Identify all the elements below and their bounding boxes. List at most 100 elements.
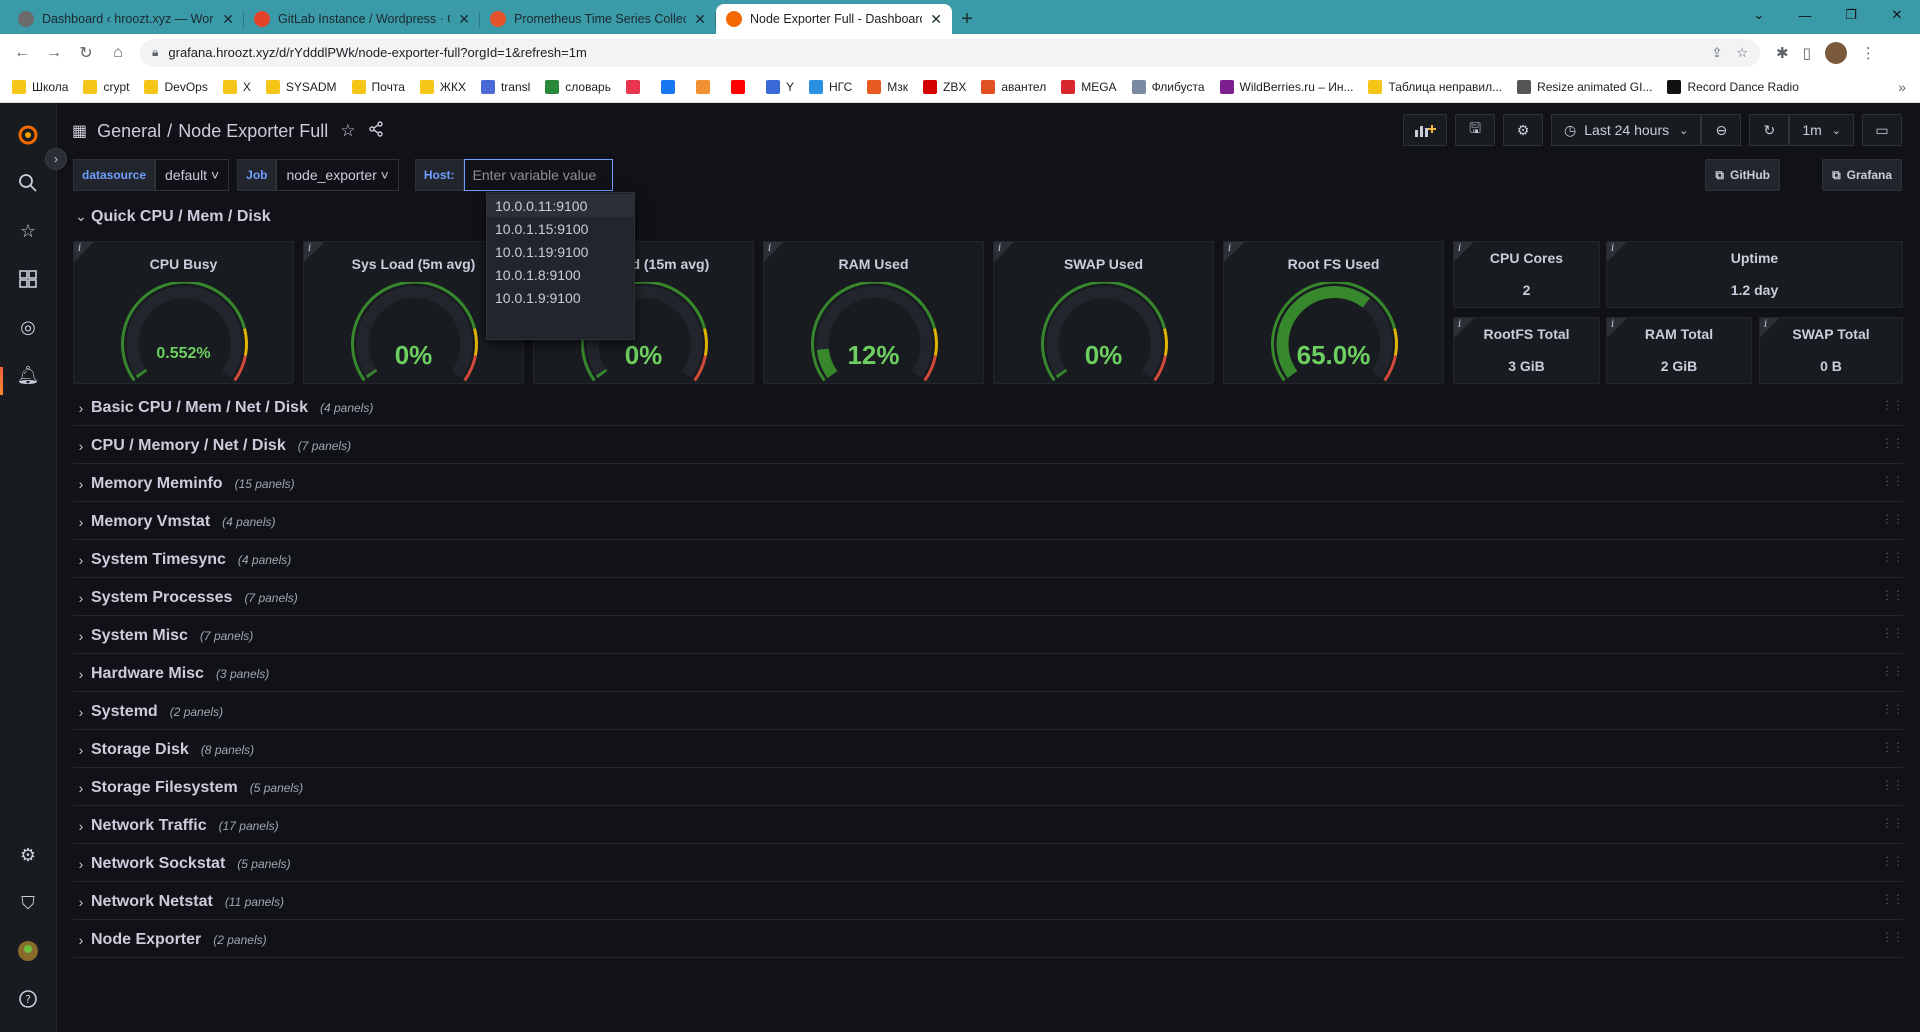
back-button[interactable]: ← xyxy=(6,37,38,69)
reload-button[interactable]: ↻ xyxy=(70,37,102,69)
bookmark-item[interactable]: ЖКХ xyxy=(419,79,466,94)
dashboard-row[interactable]: › Hardware Misc (3 panels) ⋮⋮ xyxy=(73,658,1904,689)
drag-handle-icon[interactable]: ⋮⋮ xyxy=(1881,398,1904,412)
dashboard-row[interactable]: › Systemd (2 panels) ⋮⋮ xyxy=(73,696,1904,727)
cycle-view-mode-monitor-icon[interactable]: ▭ xyxy=(1862,114,1902,146)
bookmark-item[interactable]: Почта xyxy=(351,79,405,94)
server-admin-shield-icon[interactable]: ⛉ xyxy=(14,889,42,917)
gauge-panel[interactable]: i CPU Busy 0.552% xyxy=(73,241,294,384)
drag-handle-icon[interactable]: ⋮⋮ xyxy=(1881,892,1904,906)
drag-handle-icon[interactable]: ⋮⋮ xyxy=(1881,588,1904,602)
grafana-link-button[interactable]: ⧉ Grafana xyxy=(1822,159,1902,191)
host-option[interactable]: 10.0.1.8:9100 xyxy=(487,263,634,286)
new-tab-button[interactable]: + xyxy=(952,4,982,34)
dashboard-row[interactable]: › Network Traffic (17 panels) ⋮⋮ xyxy=(73,810,1904,841)
drag-handle-icon[interactable]: ⋮⋮ xyxy=(1881,626,1904,640)
bookmark-item[interactable]: Флибуста xyxy=(1131,79,1205,94)
bookmark-item[interactable]: Таблица неправил... xyxy=(1368,79,1502,94)
configuration-gear-icon[interactable]: ⚙ xyxy=(14,841,42,869)
host-option[interactable]: 10.0.1.15:9100 xyxy=(487,217,634,240)
bookmark-item[interactable]: Мзк xyxy=(867,79,908,94)
browser-tab[interactable]: Prometheus Time Series Collection ✕ xyxy=(480,4,716,34)
time-range-picker[interactable]: ◷ Last 24 hours ⌄ xyxy=(1551,114,1702,146)
browser-menu-icon[interactable]: ⋮ xyxy=(1861,44,1876,62)
drag-handle-icon[interactable]: ⋮⋮ xyxy=(1881,664,1904,678)
drag-handle-icon[interactable]: ⋮⋮ xyxy=(1881,740,1904,754)
dashboard-row[interactable]: › Memory Vmstat (4 panels) ⋮⋮ xyxy=(73,506,1904,537)
starred-icon[interactable]: ☆ xyxy=(14,217,42,245)
dashboard-row[interactable]: › Storage Disk (8 panels) ⋮⋮ xyxy=(73,734,1904,765)
side-panel-icon[interactable]: ▯ xyxy=(1803,44,1811,62)
close-tab-icon[interactable]: ✕ xyxy=(694,11,706,28)
stat-panel[interactable]: i CPU Cores 2 xyxy=(1453,241,1600,308)
url-input[interactable]: 🔒︎ grafana.hroozt.xyz/d/rYdddlPWk/node-e… xyxy=(140,38,1760,67)
maximize-button[interactable]: ❐ xyxy=(1828,0,1874,30)
dashboard-row[interactable]: › System Timesync (4 panels) ⋮⋮ xyxy=(73,544,1904,575)
drag-handle-icon[interactable]: ⋮⋮ xyxy=(1881,816,1904,830)
browser-tab[interactable]: Node Exporter Full - Dashboards ✕ xyxy=(716,4,952,34)
bookmark-item[interactable]: ZBX xyxy=(923,79,966,94)
bookmark-item[interactable]: Школа xyxy=(12,79,68,94)
drag-handle-icon[interactable]: ⋮⋮ xyxy=(1881,854,1904,868)
row-quick-cpu-mem-disk[interactable]: ⌄ Quick CPU / Mem / Disk xyxy=(73,201,1903,232)
extensions-icon[interactable]: ✱ xyxy=(1776,44,1789,62)
browser-tab[interactable]: GitLab Instance / Wordpress · GitLab ✕ xyxy=(244,4,480,34)
host-option[interactable]: 10.0.0.11:9100 xyxy=(487,194,634,217)
close-window-button[interactable]: ✕ xyxy=(1874,0,1920,30)
dashboards-icon[interactable] xyxy=(14,265,42,293)
drag-handle-icon[interactable]: ⋮⋮ xyxy=(1881,512,1904,526)
profile-avatar[interactable] xyxy=(1824,41,1847,64)
bookmark-item[interactable]: DevOps xyxy=(144,79,208,94)
stat-panel[interactable]: i Uptime 1.2 day xyxy=(1606,241,1903,308)
home-button[interactable]: ⌂ xyxy=(102,37,134,69)
explore-icon[interactable]: ◎ xyxy=(14,313,42,341)
dashboard-row[interactable]: › Network Sockstat (5 panels) ⋮⋮ xyxy=(73,848,1904,879)
expand-menu-chevron-icon[interactable]: › xyxy=(45,148,67,170)
dashboard-title[interactable]: Node Exporter Full xyxy=(178,121,328,142)
bookmark-item[interactable]: X xyxy=(222,79,251,94)
add-panel-button[interactable] xyxy=(1403,114,1448,146)
drag-handle-icon[interactable]: ⋮⋮ xyxy=(1881,778,1904,792)
github-link-button[interactable]: ⧉ GitHub xyxy=(1705,159,1780,191)
host-variable-input[interactable]: Enter variable value xyxy=(463,159,613,191)
bookmark-item[interactable] xyxy=(695,79,716,94)
minimize-button[interactable]: — xyxy=(1782,0,1828,30)
stat-panel[interactable]: i SWAP Total 0 B xyxy=(1759,317,1903,384)
bookmark-item[interactable]: MEGA xyxy=(1061,79,1117,94)
drag-handle-icon[interactable]: ⋮⋮ xyxy=(1881,436,1904,450)
host-option[interactable]: 10.0.1.19:9100 xyxy=(487,240,634,263)
close-tab-icon[interactable]: ✕ xyxy=(930,11,942,28)
gauge-panel[interactable]: i Root FS Used 65.0% xyxy=(1223,241,1444,384)
share-page-icon[interactable]: ⇪ xyxy=(1711,45,1722,61)
bookmark-item[interactable]: словарь xyxy=(545,79,611,94)
bookmark-item[interactable]: Resize animated GI... xyxy=(1517,79,1652,94)
bookmark-item[interactable] xyxy=(730,79,751,94)
close-tab-icon[interactable]: ✕ xyxy=(458,11,470,28)
help-icon[interactable]: ? xyxy=(14,985,42,1013)
dashboard-row[interactable]: › System Misc (7 panels) ⋮⋮ xyxy=(73,620,1904,651)
gauge-panel[interactable]: i SWAP Used 0% xyxy=(993,241,1214,384)
stat-panel[interactable]: i RootFS Total 3 GiB xyxy=(1453,317,1600,384)
drag-handle-icon[interactable]: ⋮⋮ xyxy=(1881,550,1904,564)
more-bookmarks-icon[interactable]: » xyxy=(1898,79,1906,95)
breadcrumb-folder[interactable]: General xyxy=(97,121,161,142)
host-option[interactable]: 10.0.1.9:9100 xyxy=(487,286,634,309)
dashboard-row[interactable]: › Node Exporter (2 panels) ⋮⋮ xyxy=(73,924,1904,955)
dashboard-row[interactable]: › Memory Meminfo (15 panels) ⋮⋮ xyxy=(73,468,1904,499)
tab-search-icon[interactable]: ⌄ xyxy=(1736,0,1782,30)
share-dashboard-icon[interactable] xyxy=(368,121,384,141)
bookmark-item[interactable]: НГС xyxy=(808,79,852,94)
dashboard-row[interactable]: › CPU / Memory / Net / Disk (7 panels) ⋮⋮ xyxy=(73,430,1904,461)
refresh-icon[interactable]: ↻ xyxy=(1749,114,1790,146)
save-dashboard-icon[interactable]: 🖫 xyxy=(1455,114,1496,146)
bookmark-star-icon[interactable]: ☆ xyxy=(1736,45,1748,61)
dashboard-row[interactable]: › Network Netstat (11 panels) ⋮⋮ xyxy=(73,886,1904,917)
bookmark-item[interactable] xyxy=(660,79,681,94)
bookmark-item[interactable]: Y xyxy=(765,79,794,94)
bookmark-item[interactable]: SYSADM xyxy=(265,79,337,94)
variable-select-job[interactable]: node_exporter ˅ xyxy=(276,159,399,191)
bookmark-item[interactable]: crypt xyxy=(83,79,129,94)
bookmark-item[interactable]: авантел xyxy=(981,79,1046,94)
drag-handle-icon[interactable]: ⋮⋮ xyxy=(1881,930,1904,944)
dashboard-row[interactable]: › System Processes (7 panels) ⋮⋮ xyxy=(73,582,1904,613)
